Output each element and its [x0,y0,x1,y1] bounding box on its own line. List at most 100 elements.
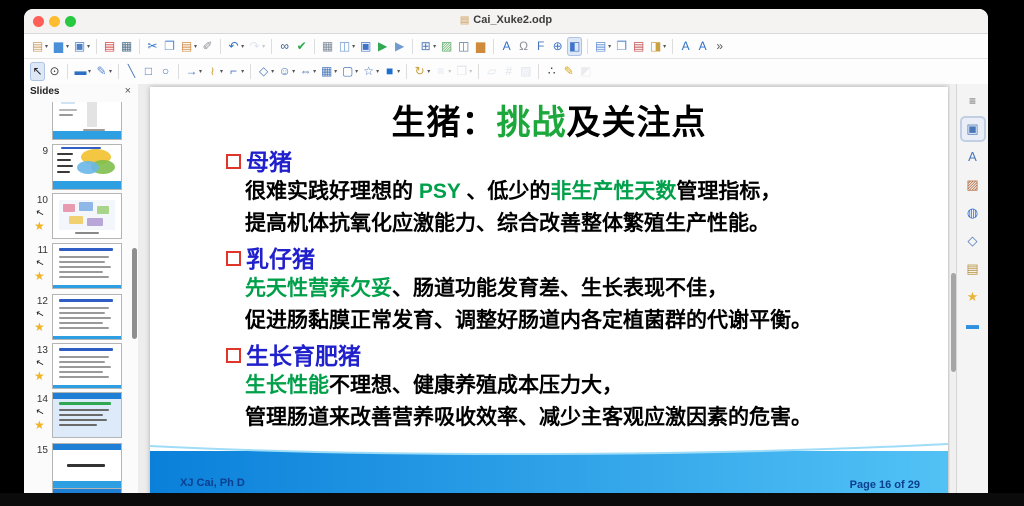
rectangle-button[interactable]: □ [141,62,156,81]
arrange-objects-button[interactable]: ❐▾ [454,62,473,81]
stars-banners-button[interactable]: ☆▾ [361,62,380,81]
toolbar-separator [587,39,588,54]
slide-title-segment: 及关注点 [567,104,707,142]
master-slide-button[interactable]: ▣ [358,37,373,56]
toggle-extrusion-button[interactable]: ◩ [578,62,593,81]
text-segment: 很难实践好理想的 [245,180,419,203]
zoom-button[interactable]: ⊙ [47,62,62,81]
fontwork-button[interactable]: F [533,37,548,56]
slide-thumbnail-9[interactable] [52,144,122,190]
insert-chart-button[interactable]: ▆ [473,37,488,56]
rotate-button[interactable]: ↻▾ [412,62,431,81]
insert-line-button[interactable]: ╲ [124,62,139,81]
print-button[interactable]: ▦ [119,37,134,56]
dropdown-caret-icon: ▾ [262,43,265,50]
select-button[interactable]: ↖ [30,62,45,81]
display-grid-button[interactable]: ▦ [320,37,335,56]
flowchart-shapes-button[interactable]: ▦▾ [319,62,338,81]
undo-icon: ↶ [227,37,240,56]
paste-button[interactable]: ▤▾ [179,37,198,56]
dropdown-caret-icon: ▾ [241,43,244,50]
align-objects-button[interactable]: ≡▾ [433,62,452,81]
insert-text-columns-button[interactable]: ◫ [456,37,471,56]
slide-thumbnail-13[interactable] [52,343,122,389]
basic-shapes-button[interactable]: ◇▾ [256,62,275,81]
sidebar-tab-properties[interactable]: ▣ [962,118,984,140]
connectors-button[interactable]: ⌐▾ [226,62,245,81]
slides-panel-close-icon[interactable]: × [125,85,131,97]
sidebar-tab-slide-transition[interactable]: ▬ [962,314,984,336]
slide-thumbnail[interactable] [52,102,122,140]
slides-panel-header: Slides × [24,84,138,101]
slide-thumbnail-row-15: 15 [24,443,138,491]
lines-and-arrows-button[interactable]: →▾ [184,62,203,81]
new-document-button[interactable]: ▤▾ [30,37,49,56]
cut-button[interactable]: ✂ [145,37,160,56]
select-icon: ↖ [31,62,44,81]
text-box-a-button[interactable]: A [678,37,693,56]
crop-image-button[interactable]: # [501,62,516,81]
start-from-first-slide-button[interactable]: ▶ [375,37,390,56]
slide-thumbnail-11[interactable] [52,243,122,289]
glue-points-button[interactable]: ✎ [561,62,576,81]
crop-image-icon: # [502,62,515,81]
export-pdf-button[interactable]: ▤ [102,37,117,56]
copy-button[interactable]: ❐ [162,37,177,56]
fill-color-button[interactable]: ▬▾ [73,62,92,81]
section-heading-text: 生长育肥猪 [246,343,361,369]
show-draw-functions-button[interactable]: ◧ [567,37,582,56]
slide-thumbnail-12[interactable] [52,294,122,340]
fill-color-icon: ▬ [74,62,87,81]
slide-thumbnail-15[interactable] [52,443,122,489]
find-replace-button[interactable]: ∞ [277,37,292,56]
current-slide[interactable]: 生猪：挑战及关注点 母猪很难实践好理想的 PSY 、低少的非生产性天数管理指标，… [150,87,948,495]
hyperlink-button[interactable]: ⊕ [550,37,565,56]
sidebar-tab-navigator[interactable]: ◍ [962,202,984,224]
slide-properties-button[interactable]: ◨▾ [648,37,667,56]
sidebar-tab-sidebar-menu[interactable]: ≡ [962,90,984,112]
redo-button[interactable]: ↷▾ [247,37,266,56]
open-button[interactable]: ▆▾ [51,37,70,56]
delete-slide-button[interactable]: ▤ [631,37,646,56]
spelling-button[interactable]: ✔ [294,37,309,56]
sidebar-tab-shapes[interactable]: ◇ [962,230,984,252]
screen-bottom-black-bar [0,493,1024,506]
slide-thumbnail-10[interactable] [52,193,122,239]
save-button[interactable]: ▣▾ [72,37,91,56]
block-arrows-button[interactable]: ⇔▾ [298,62,317,81]
start-from-current-slide-button[interactable]: ▶ [392,37,407,56]
insert-image-button[interactable]: ▨ [439,37,454,56]
red-square-bullet-icon [226,251,241,266]
align-objects-icon: ≡ [434,62,447,81]
dropdown-caret-icon: ▾ [448,68,451,75]
character-spacing-button[interactable]: A [695,37,710,56]
sidebar-tab-gallery[interactable]: ▨ [962,174,984,196]
curves-polygons-button[interactable]: ≀▾ [205,62,224,81]
image-filter-button[interactable]: ▨ [518,62,533,81]
slide-thumbnail-row-14: 14↖★ [24,392,138,440]
slide-thumbnail-14[interactable] [52,392,122,438]
slide-footer-author: XJ Cai, Ph D [180,477,245,489]
sidebar-tab-master-slides[interactable]: ▤ [962,258,984,280]
line-color-button[interactable]: ✎▾ [94,62,113,81]
sidebar-tab-styles[interactable]: A [962,146,984,168]
insert-table-button[interactable]: ⊞▾ [418,37,437,56]
shadow-button[interactable]: ▱ [484,62,499,81]
clone-formatting-button[interactable]: ✐ [200,37,215,56]
special-character-button[interactable]: Ω [516,37,531,56]
symbol-shapes-button[interactable]: ☺▾ [277,62,296,81]
insert-text-box-button[interactable]: A [499,37,514,56]
3d-objects-button[interactable]: ■▾ [382,62,401,81]
edit-points-button[interactable]: ∴ [544,62,559,81]
display-views-button[interactable]: ◫▾ [337,37,356,56]
callout-shapes-button[interactable]: ▢▾ [340,62,359,81]
body-line: 促进肠黏膜正常发育、调整好肠道内各定植菌群的代谢平衡。 [245,304,812,334]
undo-button[interactable]: ↶▾ [226,37,245,56]
duplicate-slide-button[interactable]: ❐ [614,37,629,56]
ellipse-button[interactable]: ○ [158,62,173,81]
new-slide-button[interactable]: ▤▾ [593,37,612,56]
toolbar-overflow-button[interactable]: » [712,37,727,56]
sidebar-tab-animation[interactable]: ★ [962,286,984,308]
hyperlink-icon: ⊕ [551,37,564,56]
slides-panel-scrollbar-thumb[interactable] [132,248,137,338]
